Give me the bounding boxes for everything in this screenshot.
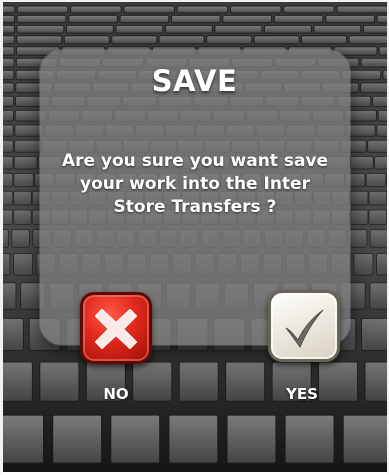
background-key (369, 282, 389, 310)
background-key (225, 361, 266, 402)
background-key (16, 5, 69, 14)
no-button[interactable] (80, 292, 152, 364)
close-x-icon (95, 309, 137, 349)
background-key (115, 24, 164, 34)
background-key (70, 5, 122, 14)
background-key (368, 190, 388, 206)
background-key (313, 24, 362, 34)
background-key (253, 35, 300, 45)
background-key (368, 209, 388, 225)
no-button-label: NO (103, 385, 129, 403)
background-key (353, 253, 374, 276)
background-key (0, 124, 14, 137)
background-key (170, 14, 221, 24)
background-key (362, 24, 389, 34)
background-key (374, 155, 389, 170)
background-key (0, 5, 16, 14)
background-key (0, 139, 14, 153)
checkmark-icon (285, 309, 324, 349)
background-key (0, 172, 14, 188)
background-key (376, 14, 389, 24)
background-key (0, 317, 24, 352)
yes-button-label: YES (286, 385, 318, 403)
background-key (110, 414, 161, 464)
background-key (365, 172, 387, 188)
background-key (263, 24, 312, 34)
background-key (0, 190, 14, 206)
background-key (214, 24, 263, 34)
background-key (119, 14, 170, 24)
background-key (367, 139, 389, 153)
background-key (13, 172, 35, 188)
background-key (0, 361, 33, 402)
dialog-message: Are you sure you want save your work int… (61, 151, 329, 217)
background-key (0, 209, 14, 225)
background-key (178, 361, 219, 402)
background-key (342, 414, 389, 464)
background-key (52, 414, 103, 464)
background-key (0, 35, 15, 45)
background-key (361, 317, 389, 352)
background-key (16, 35, 63, 45)
background-key (301, 35, 348, 45)
background-key (111, 35, 158, 45)
background-key (11, 229, 30, 248)
dialog-title: SAVE (151, 64, 238, 98)
background-key (348, 35, 389, 45)
background-key (176, 5, 229, 14)
background-key (13, 209, 32, 225)
background-key (376, 253, 389, 276)
background-key (346, 124, 376, 137)
background-key (16, 14, 67, 24)
background-key (348, 229, 368, 248)
background-key (349, 190, 369, 206)
background-key (123, 5, 175, 14)
background-key (229, 5, 282, 14)
background-key (369, 229, 389, 248)
background-key (0, 109, 14, 122)
background-key (0, 253, 11, 276)
background-key (13, 190, 32, 206)
background-key (168, 414, 219, 464)
background-key (68, 14, 118, 24)
background-key (0, 46, 15, 56)
background-key (13, 155, 38, 170)
background-key (158, 35, 205, 45)
background-key (206, 35, 253, 45)
background-key (284, 414, 335, 464)
background-key (164, 24, 213, 34)
background-key (0, 24, 15, 34)
background-key (350, 155, 374, 170)
background-key (0, 414, 44, 464)
yes-button[interactable] (268, 290, 340, 362)
background-key (349, 209, 369, 225)
background-key (325, 14, 376, 24)
background-key (222, 14, 273, 24)
background-key (364, 361, 389, 402)
background-key (0, 155, 14, 170)
background-key (283, 5, 335, 14)
background-key (16, 24, 65, 34)
background-key (14, 139, 41, 153)
background-key (226, 414, 277, 464)
save-confirmation-screen: SAVE Are you sure you want save your wor… (0, 0, 389, 475)
background-key (0, 229, 9, 248)
background-key (63, 35, 110, 45)
background-key (13, 253, 34, 276)
background-key (376, 124, 389, 137)
background-key (336, 5, 388, 14)
background-key (377, 109, 389, 122)
background-key (378, 46, 389, 56)
background-key (65, 24, 114, 34)
background-key (0, 282, 17, 310)
background-key (273, 14, 324, 24)
background-key (39, 361, 80, 402)
background-key (0, 14, 15, 24)
